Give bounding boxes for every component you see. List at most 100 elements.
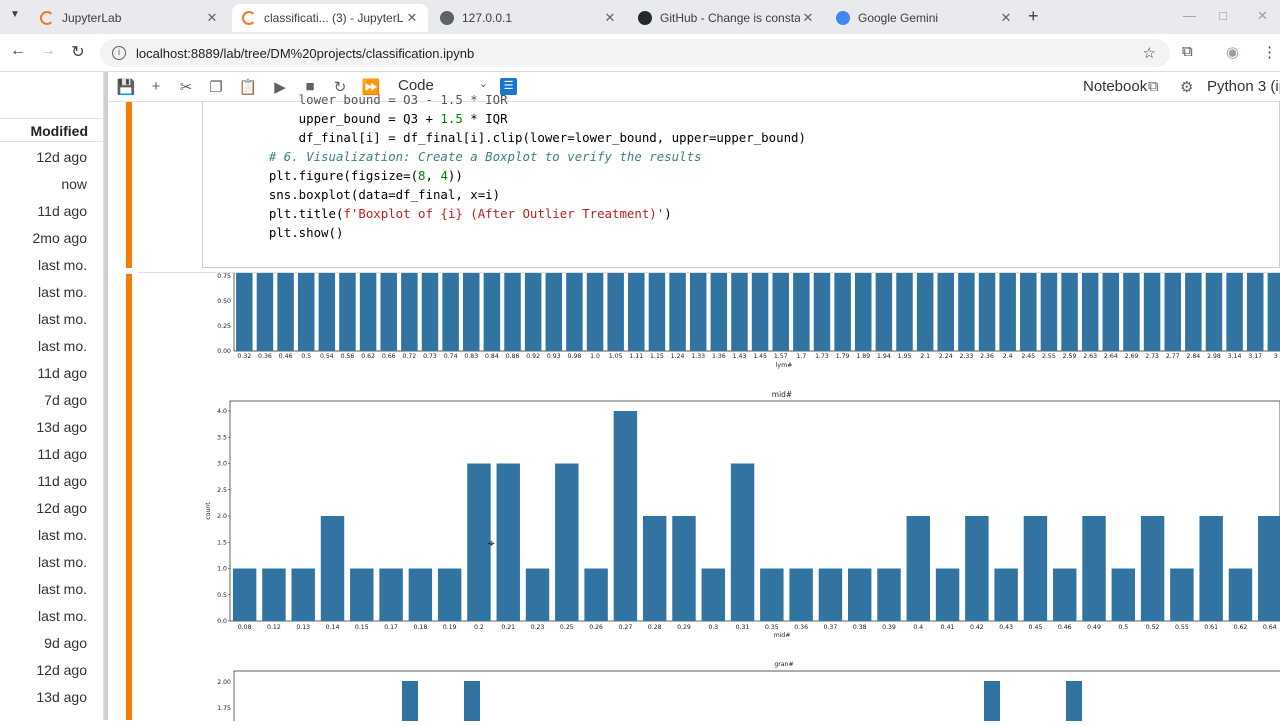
browser-tab-strip: ▼ JupyterLab ✕ classificati... (3) - Jupyt… bbox=[0, 0, 1280, 34]
file-modified-cell[interactable]: 11d ago bbox=[37, 365, 87, 381]
bar bbox=[524, 273, 542, 351]
x-tick-label: 3.14 bbox=[1228, 353, 1242, 360]
cut-icon[interactable]: ✂ bbox=[176, 78, 196, 96]
file-modified-cell[interactable]: last mo. bbox=[38, 581, 87, 597]
x-tick-label: 2.36 bbox=[980, 353, 994, 360]
file-modified-cell[interactable]: 11d ago bbox=[37, 203, 87, 219]
bookmark-star-icon[interactable]: ☆ bbox=[1143, 44, 1156, 62]
bar bbox=[730, 463, 755, 621]
file-modified-cell[interactable]: last mo. bbox=[38, 311, 87, 327]
save-icon[interactable]: 💾 bbox=[116, 78, 136, 96]
notebook-label[interactable]: Notebook bbox=[1083, 78, 1147, 95]
file-modified-cell[interactable]: last mo. bbox=[38, 608, 87, 624]
bar bbox=[877, 568, 901, 621]
x-tick-label: 0.64 bbox=[1263, 624, 1277, 631]
close-window-icon[interactable]: ✕ bbox=[1257, 8, 1268, 24]
active-cell-indicator[interactable] bbox=[126, 102, 132, 268]
bar bbox=[437, 568, 462, 621]
x-tick-label: 0.27 bbox=[619, 624, 633, 631]
file-modified-cell[interactable]: 11d ago bbox=[37, 446, 87, 462]
file-modified-cell[interactable]: last mo. bbox=[38, 338, 87, 354]
bar bbox=[751, 273, 769, 351]
x-tick-label: 1.33 bbox=[691, 353, 705, 360]
tab-close-icon[interactable]: ✕ bbox=[404, 10, 420, 26]
file-modified-cell[interactable]: 13d ago bbox=[36, 419, 87, 435]
bar bbox=[906, 516, 930, 621]
x-tick-label: 0.12 bbox=[267, 624, 281, 631]
file-modified-cell[interactable]: 9d ago bbox=[44, 635, 87, 651]
tab-favicon-icon bbox=[638, 11, 652, 25]
x-tick-label: 0.17 bbox=[384, 624, 398, 631]
bar bbox=[350, 568, 374, 621]
x-tick-label: 0.19 bbox=[443, 624, 457, 631]
kernel-settings-icon[interactable]: ⚙ bbox=[1180, 78, 1193, 96]
bar bbox=[1267, 273, 1280, 351]
copy-icon[interactable]: ❐ bbox=[206, 78, 226, 96]
bar bbox=[1170, 568, 1194, 621]
bar bbox=[320, 516, 345, 621]
panel-resize-handle[interactable] bbox=[104, 72, 108, 720]
browser-tab[interactable]: GitHub - Change is constant. Gi✕ bbox=[628, 4, 824, 32]
bar bbox=[1205, 273, 1223, 351]
address-bar[interactable]: i localhost:8889/lab/tree/DM%20projects/… bbox=[100, 39, 1170, 67]
bar bbox=[379, 568, 403, 621]
tab-close-icon[interactable]: ✕ bbox=[204, 10, 220, 26]
browser-menu-icon[interactable]: ⋮ bbox=[1262, 43, 1277, 61]
open-external-icon[interactable]: ⧉ bbox=[1148, 78, 1159, 95]
file-modified-cell[interactable]: 13d ago bbox=[36, 689, 87, 705]
file-modified-cell[interactable]: last mo. bbox=[38, 257, 87, 273]
bar bbox=[628, 273, 645, 351]
file-modified-cell[interactable]: 7d ago bbox=[44, 392, 87, 408]
output-collapse-bar[interactable] bbox=[126, 274, 132, 720]
kernel-name[interactable]: Python 3 (ip bbox=[1207, 78, 1280, 95]
code-line: plt.title(f'Boxplot of {i} (After Outlie… bbox=[239, 206, 672, 221]
site-info-icon[interactable]: i bbox=[112, 46, 126, 60]
tab-close-icon[interactable]: ✕ bbox=[998, 10, 1014, 26]
browser-tab[interactable]: JupyterLab ✕ bbox=[30, 4, 228, 32]
file-modified-cell[interactable]: 12d ago bbox=[36, 149, 87, 165]
file-modified-cell[interactable]: last mo. bbox=[38, 284, 87, 300]
x-tick-label: 2.55 bbox=[1042, 353, 1056, 360]
tab-title: Google Gemini bbox=[858, 11, 939, 25]
file-modified-cell[interactable]: 11d ago bbox=[37, 473, 87, 489]
forward-icon[interactable]: → bbox=[38, 42, 58, 60]
code-cell-editor[interactable]: lower_bound = Q3 - 1.5 * IQR upper_bound… bbox=[202, 92, 1280, 268]
bar bbox=[555, 463, 579, 621]
bar bbox=[1185, 273, 1202, 351]
new-tab-button[interactable]: + bbox=[1028, 6, 1039, 27]
tab-close-icon[interactable]: ✕ bbox=[800, 10, 816, 26]
x-tick-label: 0.54 bbox=[320, 353, 334, 360]
maximize-icon[interactable]: □ bbox=[1219, 8, 1227, 23]
minimize-icon[interactable]: — bbox=[1183, 8, 1196, 23]
tab-close-icon[interactable]: ✕ bbox=[602, 10, 618, 26]
browser-tab[interactable]: classificati... (3) - JupyterLab ✕ bbox=[232, 4, 428, 32]
bar bbox=[813, 273, 831, 351]
bar bbox=[483, 273, 501, 351]
bar bbox=[760, 568, 784, 621]
bar bbox=[1123, 273, 1140, 351]
tab-title: classificati... (3) - JupyterLab bbox=[264, 11, 404, 25]
insert-cell-icon[interactable]: + bbox=[146, 78, 166, 95]
file-modified-cell[interactable]: 12d ago bbox=[36, 662, 87, 678]
bar bbox=[408, 568, 433, 621]
x-tick-label: 0.36 bbox=[258, 353, 272, 360]
file-browser-panel: Modified 12d ago now 11d ago 2mo ago last mo… bbox=[0, 72, 104, 720]
browser-tab[interactable]: Google Gemini ✕ bbox=[826, 4, 1022, 32]
x-tick-label: 0.61 bbox=[1204, 624, 1218, 631]
code-comment: # 6. Visualization: Create a Boxplot to … bbox=[239, 149, 702, 164]
x-tick-label: 0.62 bbox=[361, 353, 375, 360]
profile-avatar-icon[interactable]: ◉ bbox=[1226, 43, 1239, 61]
file-modified-cell[interactable]: 12d ago bbox=[36, 500, 87, 516]
reload-icon[interactable]: ↻ bbox=[68, 42, 88, 62]
extensions-icon[interactable]: ⧉ bbox=[1182, 43, 1193, 60]
file-modified-cell[interactable]: last mo. bbox=[38, 527, 87, 543]
file-modified-cell[interactable]: now bbox=[61, 176, 87, 192]
tab-search-icon[interactable]: ▼ bbox=[10, 9, 20, 20]
bar bbox=[1081, 273, 1099, 351]
file-modified-cell[interactable]: last mo. bbox=[38, 554, 87, 570]
file-modified-cell[interactable]: 2mo ago bbox=[33, 230, 87, 246]
modified-column-header[interactable]: Modified bbox=[0, 118, 104, 142]
y-tick-label: 0.75 bbox=[217, 273, 231, 280]
back-icon[interactable]: ← bbox=[8, 42, 28, 60]
browser-tab[interactable]: 127.0.0.1 ✕ bbox=[430, 4, 626, 32]
